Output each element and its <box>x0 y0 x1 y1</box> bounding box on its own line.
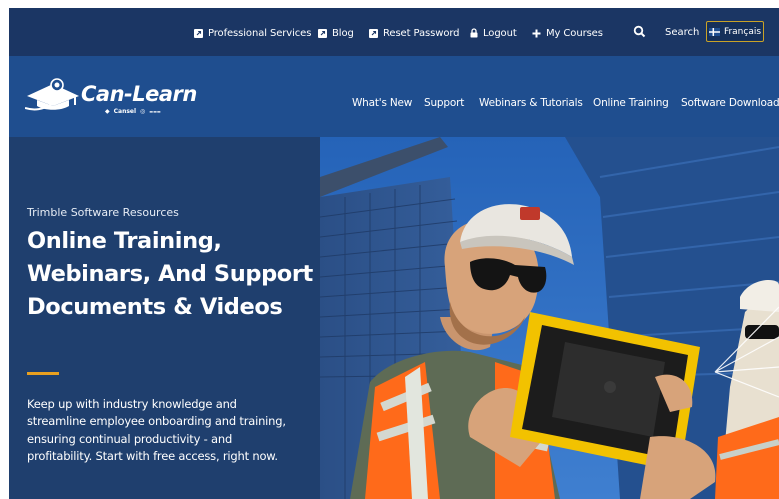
blog-link[interactable]: Blog <box>318 25 354 41</box>
nav-whats-new[interactable]: What's New <box>352 97 412 109</box>
utility-bar: Professional Services Blog Reset Passwor… <box>9 8 779 56</box>
nav-software-download[interactable]: Software Download <box>681 97 779 109</box>
graduation-cap-logo-icon <box>25 78 79 111</box>
external-link-icon <box>194 28 203 38</box>
language-label: Français <box>723 26 762 37</box>
hero-panel: Trimble Software Resources Online Traini… <box>9 137 320 499</box>
logout-label: Logout <box>483 27 517 39</box>
hero-eyebrow: Trimble Software Resources <box>27 206 179 219</box>
external-link-icon <box>369 28 378 38</box>
surveyor-photo-illustration <box>320 137 779 499</box>
nav-support[interactable]: Support <box>424 97 464 109</box>
hero-title: Online Training, Webinars, And Support D… <box>27 228 313 320</box>
brand-sub-logo: ◆ Cansel ◎ ▬▬▬ <box>105 108 161 115</box>
professional-services-link[interactable]: Professional Services <box>194 25 311 41</box>
partner-wordmark-icon: ▬▬▬ <box>149 109 161 114</box>
search-icon <box>633 25 646 38</box>
my-courses-link[interactable]: My Courses <box>532 25 603 41</box>
reset-password-label: Reset Password <box>383 27 460 39</box>
can-learn-logo[interactable]: Can-Learn ◆ Cansel ◎ ▬▬▬ <box>25 78 230 118</box>
cansel-label: Cansel <box>113 108 137 115</box>
plus-icon <box>532 29 541 37</box>
brand-name: Can-Learn <box>81 82 197 106</box>
cansel-diamond-icon: ◆ <box>105 108 110 115</box>
hero-accent-divider <box>27 372 59 375</box>
main-nav: Can-Learn ◆ Cansel ◎ ▬▬▬ What's New Supp… <box>9 56 779 137</box>
search-label[interactable]: Search <box>665 25 699 41</box>
partner-seal-icon: ◎ <box>140 108 146 115</box>
nav-webinars-tutorials[interactable]: Webinars & Tutorials <box>479 97 583 109</box>
hero-photo <box>320 137 779 499</box>
reset-password-link[interactable]: Reset Password <box>369 25 460 41</box>
external-link-icon <box>318 28 327 38</box>
page-frame: Professional Services Blog Reset Passwor… <box>9 8 779 499</box>
language-toggle-button[interactable]: Français <box>706 21 764 42</box>
quebec-flag-icon <box>708 27 720 36</box>
professional-services-label: Professional Services <box>208 27 312 39</box>
hero-body: Keep up with industry knowledge and stre… <box>27 397 286 464</box>
blog-label: Blog <box>332 27 354 39</box>
nav-online-training[interactable]: Online Training <box>593 97 669 109</box>
my-courses-label: My Courses <box>546 27 603 39</box>
lock-icon <box>470 28 478 38</box>
logout-link[interactable]: Logout <box>470 25 517 41</box>
search-button[interactable] <box>632 24 648 40</box>
